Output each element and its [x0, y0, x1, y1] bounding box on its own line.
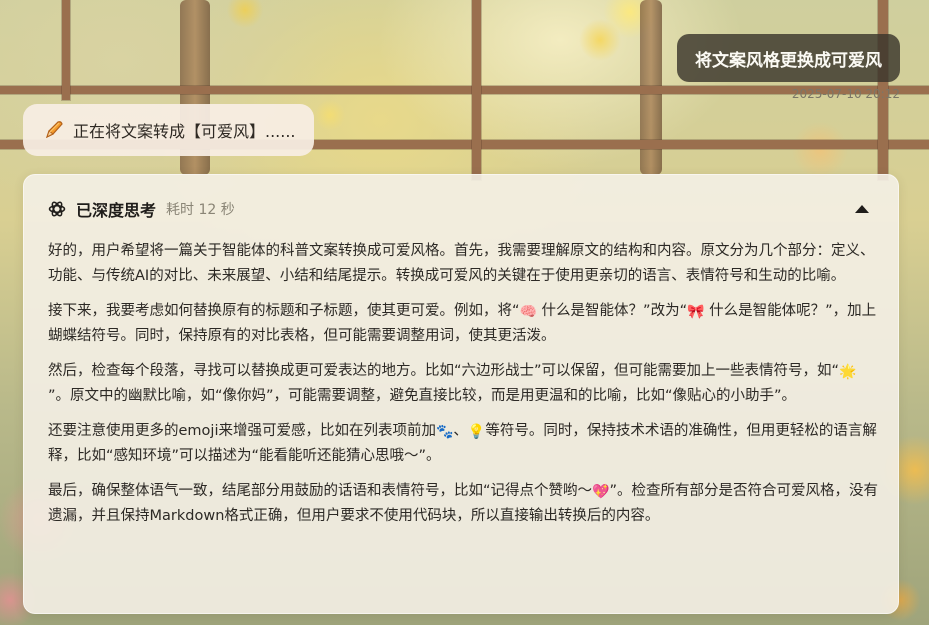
collapse-button[interactable] — [852, 199, 872, 219]
heart-emoji-icon: 💖 — [592, 484, 610, 500]
status-bubble: 正在将文案转成【可爱风】...... — [23, 104, 314, 156]
paragraph-text: ”。原文中的幽默比喻，如“像你妈”，可能需要调整，避免直接比较，而是用更温和的比… — [48, 387, 797, 404]
chat-screen: 将文案风格更换成可爱风 2025-07-10 20:12 正在将文案转成【可爱风… — [0, 0, 929, 625]
caret-up-icon — [855, 205, 869, 213]
paragraph-text: 什么是智能体？”改为“ — [536, 303, 688, 319]
window-frame-bar — [472, 0, 481, 180]
thinking-paragraph: 还要注意使用更多的emoji来增强可爱感，比如在列表项前加🐾、💡等符号。同时，保… — [48, 419, 878, 468]
paragraph-text: 然后，检查每个段落，寻找可以替换成更可爱表达的地方。比如“六边形战士”可以保留，… — [48, 363, 840, 379]
user-message-text: 将文案风格更换成可爱风 — [695, 50, 882, 71]
window-frame-bar — [62, 0, 70, 100]
window-frame-bar — [0, 86, 929, 94]
paragraph-text: 还要注意使用更多的emoji来增强可爱感，比如在列表项前加 — [48, 423, 436, 439]
star-emoji-icon: 🌟 — [839, 364, 857, 380]
status-text: 正在将文案转成【可爱风】...... — [73, 122, 296, 141]
deep-thinking-panel: 已深度思考 耗时 12 秒 好的，用户希望将一篇关于智能体的科普文案转换成可爱风… — [23, 174, 899, 614]
thinking-paragraph: 接下来，我要考虑如何替换原有的标题和子标题，使其更可爱。例如，将“🧠 什么是智能… — [48, 299, 878, 348]
bulb-emoji-icon: 💡 — [467, 424, 486, 440]
thinking-paragraph: 最后，确保整体语气一致，结尾部分用鼓励的话语和表情符号，比如“记得点个赞哟～💖”… — [48, 479, 878, 528]
paragraph-text: 好的，用户希望将一篇关于智能体的科普文案转换成可爱风格。首先，我需要理解原文的结… — [48, 243, 875, 284]
thinking-title: 已深度思考 — [76, 201, 157, 220]
thinking-paragraph: 好的，用户希望将一篇关于智能体的科普文案转换成可爱风格。首先，我需要理解原文的结… — [48, 239, 878, 288]
brain-icon — [48, 200, 66, 218]
message-timestamp: 2025-07-10 20:12 — [791, 87, 900, 101]
ribbon-emoji-icon: 🎀 — [687, 304, 705, 320]
paragraph-text: 最后，确保整体语气一致，结尾部分用鼓励的话语和表情符号，比如“记得点个赞哟～ — [48, 483, 593, 499]
thinking-paragraph: 然后，检查每个段落，寻找可以替换成更可爱表达的地方。比如“六边形战士”可以保留，… — [48, 359, 878, 408]
paragraph-text: 、 — [453, 423, 468, 439]
brain-emoji-icon: 🧠 — [519, 304, 537, 320]
pencil-icon — [43, 119, 65, 141]
paw-emoji-icon: 🐾 — [435, 424, 454, 440]
thinking-header: 已深度思考 耗时 12 秒 — [48, 197, 872, 221]
thinking-content: 好的，用户希望将一篇关于智能体的科普文案转换成可爱风格。首先，我需要理解原文的结… — [48, 239, 878, 539]
user-message-bubble: 将文案风格更换成可爱风 — [677, 34, 900, 82]
paragraph-text: 接下来，我要考虑如何替换原有的标题和子标题，使其更可爱。例如，将“ — [48, 303, 520, 319]
thinking-duration: 耗时 12 秒 — [166, 202, 235, 218]
